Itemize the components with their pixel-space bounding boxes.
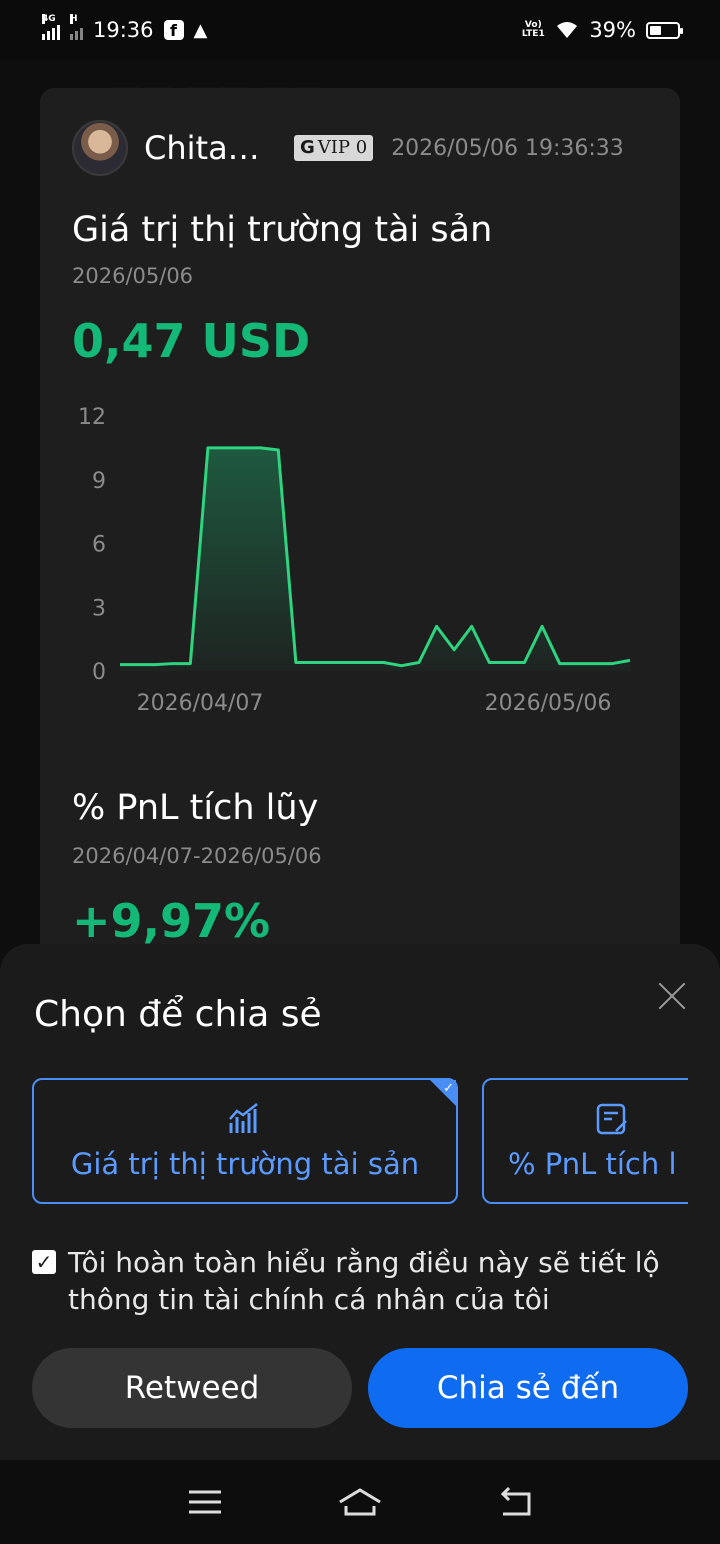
status-bar: 4G H 19:36 f ▲ Vo) LTE1 39% xyxy=(0,0,720,60)
x-tick-label: 2026/05/06 xyxy=(485,691,612,716)
consent-row[interactable]: ✓ Tôi hoàn toàn hiểu rằng điều này sẽ ti… xyxy=(32,1244,682,1318)
y-tick-label: 6 xyxy=(92,533,106,558)
share-to-button[interactable]: Chia sẻ đến xyxy=(368,1348,688,1428)
selected-check-icon: ✓ xyxy=(430,1080,456,1106)
chart-area-fill xyxy=(120,447,630,671)
back-icon[interactable] xyxy=(495,1486,535,1518)
percent-doc-icon xyxy=(596,1103,627,1135)
card-timestamp: 2026/05/06 19:36:33 xyxy=(391,135,624,161)
card-header: Chita… G VIP 0 2026/05/06 19:36:33 xyxy=(72,120,648,176)
signal-icon: 4G xyxy=(42,14,60,40)
close-icon[interactable] xyxy=(654,978,690,1014)
username: Chita… xyxy=(144,129,260,167)
market-value-date: 2026/05/06 xyxy=(72,264,194,288)
pnl-value: +9,97% xyxy=(72,894,271,948)
market-value-amount: 0,47 USD xyxy=(72,314,311,368)
vip-logo-icon: G xyxy=(300,137,315,158)
signal-icon-2: H xyxy=(70,14,83,40)
wifi-icon xyxy=(557,22,578,38)
y-tick-label: 3 xyxy=(92,596,106,621)
volte-icon: Vo) LTE1 xyxy=(521,20,545,39)
status-time: 19:36 xyxy=(93,18,154,42)
share-options: Giá trị thị trường tài sản ✓ % PnL tích … xyxy=(32,1078,688,1204)
y-tick-label: 0 xyxy=(92,660,106,685)
y-tick-label: 12 xyxy=(78,405,106,430)
option-pnl-label: % PnL tích l xyxy=(508,1147,677,1181)
consent-text: Tôi hoàn toàn hiểu rằng điều này sẽ tiết… xyxy=(68,1246,660,1316)
share-card-preview: Chita… G VIP 0 2026/05/06 19:36:33 Giá t… xyxy=(40,88,680,988)
navigation-bar xyxy=(0,1460,720,1544)
vip-badge: G VIP 0 xyxy=(294,135,374,161)
sheet-title: Chọn để chia sẻ xyxy=(34,994,322,1035)
market-value-chart: 12 9 6 3 0 2026/04/07 2026/05/06 xyxy=(78,405,631,716)
battery-percent: 39% xyxy=(589,18,636,42)
y-tick-label: 9 xyxy=(92,469,106,494)
option-market-value-label: Giá trị thị trường tài sản xyxy=(70,1147,420,1181)
home-icon[interactable] xyxy=(336,1486,384,1518)
facebook-icon: f xyxy=(163,20,184,40)
battery-icon xyxy=(646,21,683,39)
share-bottom-sheet: Chọn để chia sẻ Giá trị thị trường tài s… xyxy=(0,944,720,1460)
pnl-date-range: 2026/04/07-2026/05/06 xyxy=(72,844,322,868)
option-pnl[interactable]: % PnL tích l xyxy=(482,1078,688,1204)
consent-checkbox[interactable]: ✓ xyxy=(32,1250,56,1274)
pnl-title: % PnL tích lũy xyxy=(72,788,319,828)
market-value-title: Giá trị thị trường tài sản xyxy=(72,210,493,250)
menu-icon[interactable] xyxy=(185,1486,225,1518)
bar-chart-icon xyxy=(229,1103,258,1133)
retweet-button[interactable]: Retweed xyxy=(32,1348,352,1428)
option-market-value[interactable]: Giá trị thị trường tài sản ✓ xyxy=(32,1078,458,1204)
notification-icon: ▲ xyxy=(193,19,208,41)
vip-label: VIP 0 xyxy=(317,137,368,158)
x-tick-label: 2026/04/07 xyxy=(137,691,264,716)
avatar xyxy=(72,120,128,176)
